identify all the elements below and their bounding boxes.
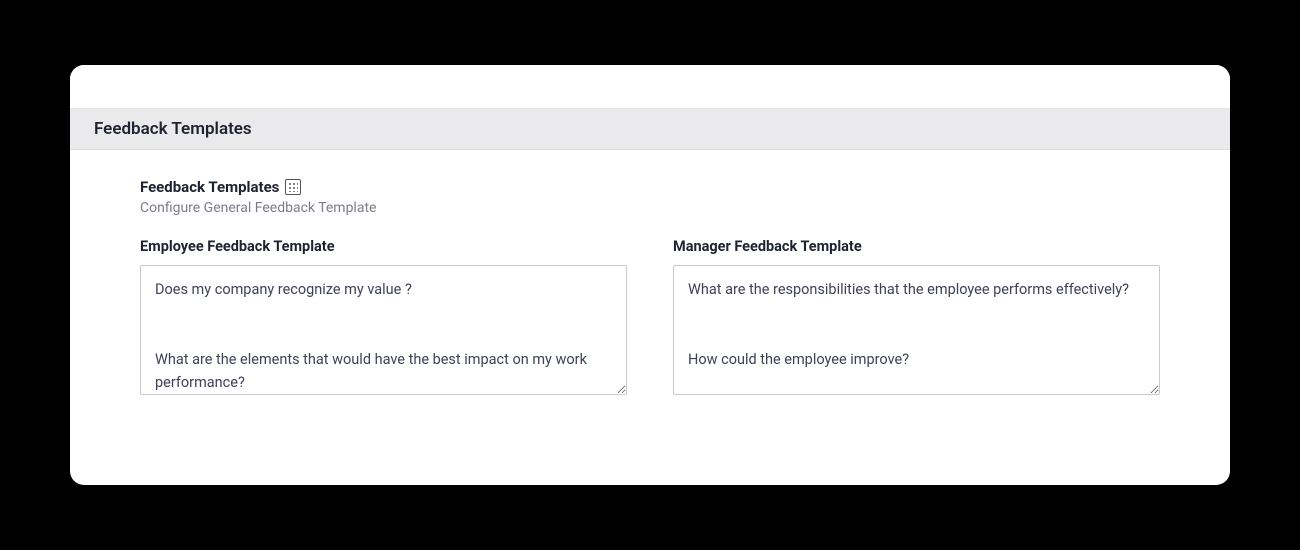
settings-window: Feedback Templates Feedback Templates Co… bbox=[70, 65, 1230, 485]
manager-template-label: Manager Feedback Template bbox=[673, 238, 1160, 255]
content-area: Feedback Templates Configure General Fee… bbox=[70, 150, 1230, 485]
manager-template-column: Manager Feedback Template bbox=[673, 238, 1160, 399]
building-icon bbox=[285, 179, 301, 195]
section-title: Feedback Templates bbox=[94, 119, 1206, 139]
template-columns: Employee Feedback Template Manager Feedb… bbox=[140, 238, 1160, 399]
page-heading: Feedback Templates bbox=[140, 178, 279, 196]
section-header: Feedback Templates bbox=[70, 109, 1230, 150]
employee-feedback-textarea[interactable] bbox=[140, 265, 627, 395]
manager-feedback-textarea[interactable] bbox=[673, 265, 1160, 395]
employee-template-column: Employee Feedback Template bbox=[140, 238, 627, 399]
page-subtitle: Configure General Feedback Template bbox=[140, 200, 1160, 216]
page-title-row: Feedback Templates bbox=[140, 178, 1160, 196]
window-top-bar bbox=[70, 65, 1230, 109]
employee-template-label: Employee Feedback Template bbox=[140, 238, 627, 255]
